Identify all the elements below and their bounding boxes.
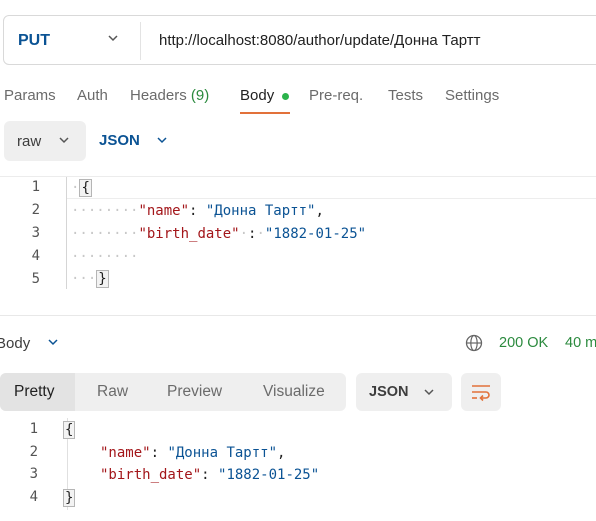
url-divider	[140, 22, 141, 60]
editor-gutter-divider	[66, 177, 67, 289]
line-number: 2	[31, 202, 40, 218]
tab-headers[interactable]: Headers (9)	[130, 87, 209, 104]
json-comma: ,	[277, 445, 286, 461]
tab-settings[interactable]: Settings	[445, 87, 499, 104]
close-brace: }	[96, 270, 109, 288]
json-colon: :	[189, 203, 206, 219]
json-colon: :	[201, 467, 219, 483]
open-brace: {	[63, 421, 76, 439]
close-brace: }	[63, 489, 76, 507]
json-string: "Донна Тартт"	[205, 203, 316, 219]
json-string: "Донна Тартт"	[167, 445, 278, 461]
json-comma: ,	[315, 203, 324, 219]
globe-icon[interactable]	[465, 334, 483, 357]
body-format-select[interactable]: JSON	[99, 132, 140, 149]
current-line-highlight	[67, 177, 596, 199]
line-number: 1	[29, 421, 38, 437]
response-line-2: "name": "Донна Тартт",	[100, 445, 285, 461]
line-number: 2	[29, 444, 38, 460]
editor-line-1[interactable]: ·{	[71, 179, 92, 197]
chevron-down-icon	[422, 385, 436, 404]
line-number: 5	[31, 271, 40, 287]
tab-pre-request[interactable]: Pre-req.	[309, 87, 363, 104]
indent-guide: ·	[256, 226, 265, 242]
line-number: 3	[29, 466, 38, 482]
tab-auth[interactable]: Auth	[77, 87, 108, 104]
response-section-select[interactable]: Body	[0, 335, 30, 352]
json-key: "name"	[138, 203, 190, 219]
wrap-lines-icon	[470, 382, 492, 407]
open-brace: {	[79, 179, 92, 197]
editor-line-5[interactable]: ···}	[71, 270, 109, 288]
line-number: 3	[31, 225, 40, 241]
chevron-down-icon[interactable]	[46, 335, 60, 354]
indent-guide: ·	[239, 226, 249, 242]
tab-headers-label: Headers	[130, 87, 187, 104]
indent-guide: ········	[71, 203, 139, 219]
response-line-4: }	[63, 489, 76, 507]
section-divider	[0, 315, 596, 316]
editor-line-4[interactable]: ········	[71, 249, 138, 265]
line-number: 4	[31, 248, 40, 264]
tab-pretty[interactable]: Pretty	[14, 383, 54, 401]
json-key: "birth_date"	[100, 467, 202, 483]
line-number: 1	[31, 179, 40, 195]
chevron-down-icon[interactable]	[106, 31, 120, 50]
method-select[interactable]: PUT	[18, 32, 50, 50]
indent-guide: ········	[71, 226, 139, 242]
tab-visualize[interactable]: Visualize	[263, 383, 325, 401]
json-string: "1882-01-25"	[264, 226, 367, 242]
response-time[interactable]: 40 m	[565, 335, 596, 351]
json-key: "name"	[100, 445, 151, 461]
tab-params[interactable]: Params	[4, 87, 56, 104]
tab-body[interactable]: Body	[240, 87, 274, 104]
chevron-down-icon[interactable]	[155, 133, 169, 152]
chevron-down-icon	[57, 133, 71, 152]
body-mode-label: raw	[17, 133, 42, 150]
response-format-label: JSON	[369, 384, 409, 400]
indent-guide: ········	[71, 249, 139, 265]
tab-tests[interactable]: Tests	[388, 87, 423, 104]
headers-count-badge: (9)	[190, 87, 210, 104]
active-tab-underline	[240, 112, 290, 114]
url-input[interactable]: http://localhost:8080/author/update/Донн…	[159, 32, 481, 49]
response-line-3: "birth_date": "1882-01-25"	[100, 467, 319, 483]
indent-guide: ···	[71, 271, 97, 287]
tab-raw[interactable]: Raw	[97, 383, 128, 401]
status-badge[interactable]: 200 OK	[499, 335, 548, 351]
editor-line-3[interactable]: ········"birth_date"·:·"1882-01-25"	[71, 226, 366, 242]
body-indicator-dot	[282, 93, 289, 100]
json-key: "birth_date"	[138, 226, 240, 242]
tab-preview[interactable]: Preview	[167, 383, 222, 401]
line-number: 4	[29, 489, 38, 505]
json-colon: :	[150, 445, 168, 461]
response-line-1: {	[63, 421, 76, 439]
editor-line-2[interactable]: ········"name": "Донна Тартт",	[71, 203, 324, 219]
json-string: "1882-01-25"	[218, 467, 320, 483]
